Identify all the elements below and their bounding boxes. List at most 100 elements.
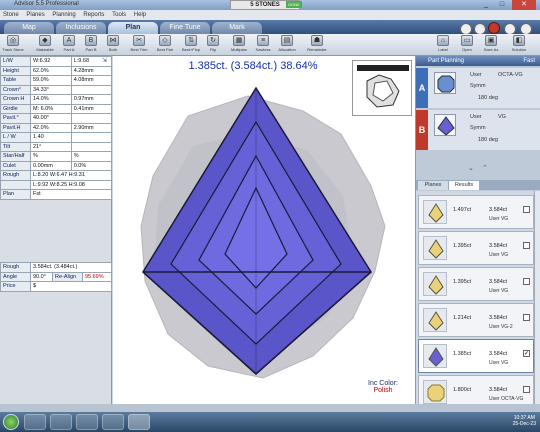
pin-icon[interactable]: ⇲ [102,57,111,65]
param-value-a[interactable]: 62.0% [30,65,72,76]
param-value-b[interactable]: 0.41mm [70,103,113,114]
allocation-button[interactable]: ▤ Allocation [276,35,298,55]
rough-thumbnail[interactable] [352,60,412,116]
result-checkbox[interactable] [523,386,530,393]
param-value-a[interactable]: W:6.92 [30,56,72,67]
result-row[interactable]: 1.497ct 3.584ct User VG [418,195,534,229]
result-checkbox[interactable] [523,278,530,285]
realign-value: 95.69% [81,271,113,282]
part-a-button[interactable]: A Part A [58,35,80,55]
param-value-a[interactable]: 34.33° [30,84,72,95]
planning-mode[interactable]: Fast [523,56,535,66]
param-value-b[interactable]: 0.97mm [70,94,113,105]
best-pair-button[interactable]: ◇ Best Pair [154,35,176,55]
param-value-a[interactable]: 21° [30,141,72,152]
param-value-b[interactable]: 4.08mm [70,75,113,86]
result-carat: 1.385ct [453,351,472,357]
solution-icon: ◧ [513,35,525,46]
menu-reports[interactable]: Reports [80,10,107,20]
result-checkbox[interactable] [523,314,530,321]
collapse-icon[interactable]: ⌃ [482,164,488,172]
taskbar-app-browser[interactable] [76,414,98,430]
plan-a[interactable]: A User OCTA-VG Symm 180 deg [416,68,540,108]
best-flop-button[interactable]: ⇅ Best+Flop [180,35,202,55]
param-value-b[interactable]: 0.0% [70,160,113,171]
multiplan-button[interactable]: ▦ Multiplan [228,35,250,55]
param-row: L / W 1.40 [0,132,113,143]
part-b-button[interactable]: B Part B [80,35,102,55]
record-icon[interactable] [488,22,500,34]
expand-icon[interactable]: ⌄ [468,164,474,172]
start-button[interactable] [3,414,19,430]
price-label: Price [0,281,31,292]
param-value-a[interactable]: 40.00° [30,113,72,124]
param-value-a[interactable]: L:9.92 W:8.25 H:9.08 [30,179,112,190]
param-value-b[interactable] [70,141,113,152]
close-button[interactable]: ✕ [512,0,536,10]
result-checkbox[interactable]: ✓ [523,350,530,357]
plan-b[interactable]: B User VG Symm 180 deg [416,110,540,150]
result-row[interactable]: 1.395ct 3.584ct User VG [418,267,534,301]
sawless-button[interactable]: ≡ Sawless [252,35,274,55]
menu-planning[interactable]: Planning [49,10,78,20]
taskbar-app-folder[interactable] [24,414,46,430]
remainder-button[interactable]: ☗ Remainder [306,35,328,55]
flip-button[interactable]: ↻ Flip [202,35,224,55]
menu-help[interactable]: Help [131,10,149,20]
param-value-a[interactable]: 14.0% [30,94,72,105]
param-value-b[interactable]: 4.28mm [70,65,113,76]
result-total: 3.584ct [489,315,508,321]
tab-map[interactable]: Map [4,22,54,34]
angle-value[interactable]: 90.0° [30,271,53,282]
tab-fine-tune[interactable]: Fine Tune [160,22,210,34]
param-value-a[interactable]: 0.00mm [30,160,72,171]
result-checkbox[interactable] [523,206,530,213]
menu-tools[interactable]: Tools [109,10,129,20]
allocation-icon: ▤ [281,35,293,46]
tab-plan[interactable]: Plan [108,22,158,34]
param-value-a[interactable]: 42.0% [30,122,72,133]
result-row[interactable]: 1.395ct 3.584ct User VG [418,231,534,265]
param-value-a[interactable]: L:8.20 W:6.47 H:9.31 [30,170,112,181]
stone-viewport[interactable]: 1.385ct. (3.584ct.) 38.64% Inc Color: Po… [113,56,415,404]
label-button[interactable]: ⌂ Label [432,35,454,55]
tab-planes[interactable]: Planes [418,181,448,190]
results-scrollbar[interactable] [534,191,540,404]
param-value-a[interactable]: Fst [30,189,112,200]
inc-color-label: Inc Color: [368,380,398,387]
taskbar-app-chrome[interactable] [102,414,124,430]
taskbar-app-media[interactable] [50,414,72,430]
tab-mark[interactable]: Mark [212,22,262,34]
both-button[interactable]: ⋈ Both [102,35,124,55]
tab-inclusions[interactable]: Inclusions [56,22,106,34]
result-row[interactable]: 1.800ct 3.584ct User OCTA-VG [418,375,534,404]
param-value-b[interactable]: 2.90mm [70,122,113,133]
minimize-button[interactable]: _ [478,0,494,10]
param-value-b[interactable] [70,84,113,95]
makeable-button[interactable]: ◆ Makeable [34,35,56,55]
maximize-button[interactable]: □ [494,0,510,10]
param-value-b[interactable]: % [70,151,113,162]
param-value-a[interactable]: 1.40 [30,132,72,143]
price-value[interactable]: $ [30,281,112,292]
open-button[interactable]: ▭ Open [456,35,478,55]
result-checkbox[interactable] [523,242,530,249]
param-value-a[interactable]: % [30,151,72,162]
param-value-a[interactable]: M: 6.0% [30,103,72,114]
taskbar-app-advisor[interactable] [128,414,150,430]
param-value-b[interactable] [70,113,113,124]
result-row[interactable]: 1.385ct 3.584ct User VG ✓ [418,339,534,373]
result-row[interactable]: 1.214ct 3.584ct User VG-2 [418,303,534,337]
track-stone-button[interactable]: ◎ Track Stone [2,35,24,55]
param-value-a[interactable]: 59.0% [30,75,72,86]
best-trim-button[interactable]: ✂ Best Trim [128,35,150,55]
realign-button[interactable]: Re-Align [51,271,83,282]
param-label [0,179,31,190]
octagon-gem-icon [434,72,456,94]
menu-planes[interactable]: Planes [23,10,47,20]
menu-stone[interactable]: Stone [0,10,22,20]
solution-button[interactable]: ◧ Solution [508,35,530,55]
param-value-b[interactable] [70,132,113,143]
save-as-button[interactable]: ▣ Save As [480,35,502,55]
tab-results[interactable]: Results [449,181,479,190]
